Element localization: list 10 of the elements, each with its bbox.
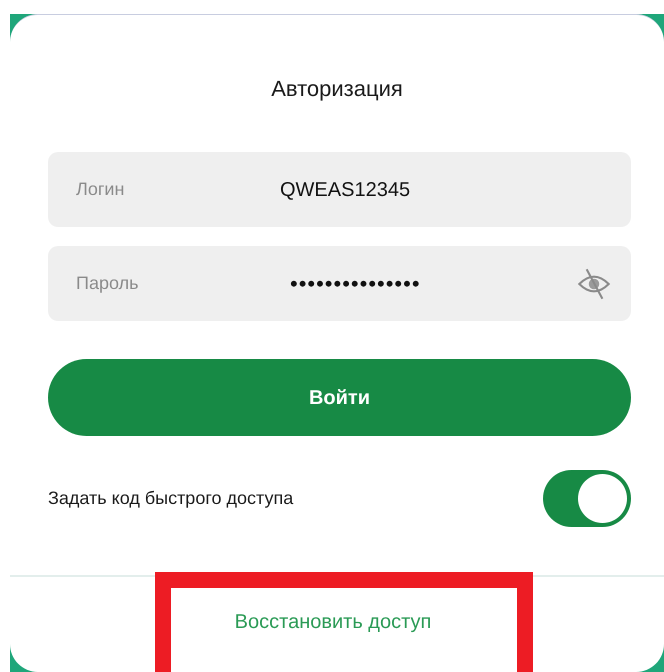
login-button[interactable]: Войти (48, 359, 631, 436)
password-field[interactable]: Пароль ••••••••••••••• (48, 246, 631, 321)
field-label: Логин (76, 178, 124, 201)
recover-access-link[interactable]: Восстановить доступ (234, 607, 432, 637)
field-label: Пароль (76, 272, 138, 295)
card-title: Авторизация (270, 75, 404, 103)
login-field[interactable]: Логин QWEAS12345 (48, 152, 631, 227)
field-value: QWEAS12345 (280, 178, 410, 202)
quick-access-label: Задать код быстрого доступа (48, 487, 294, 510)
field-value: ••••••••••••••• (290, 270, 421, 298)
